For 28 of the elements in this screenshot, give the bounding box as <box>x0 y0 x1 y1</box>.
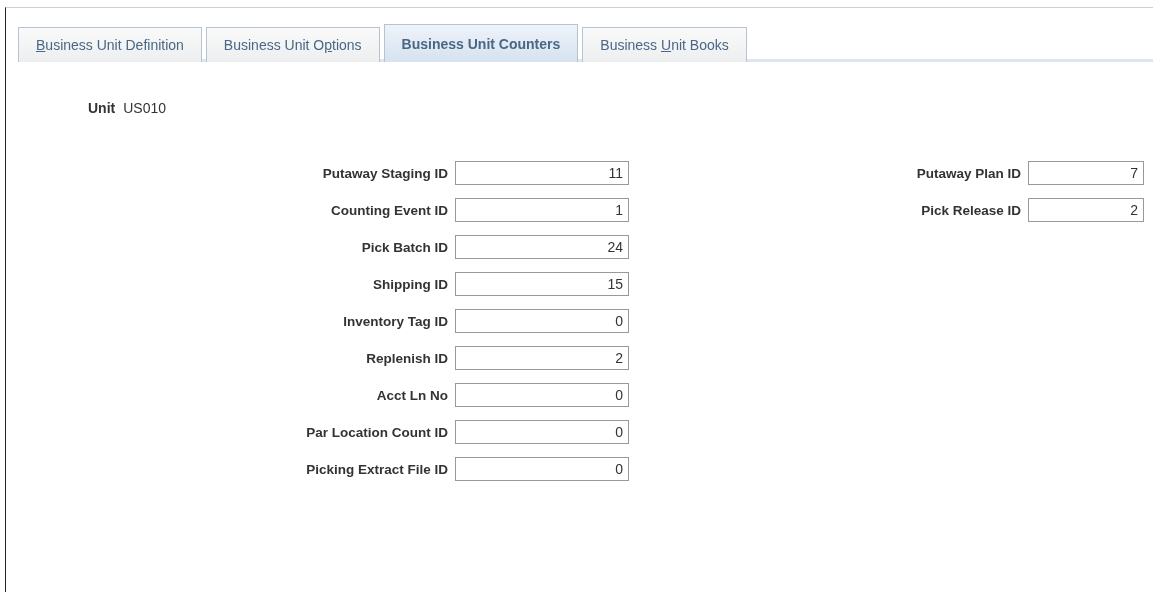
input-field[interactable]: 7 <box>1028 161 1144 185</box>
field-label: Acct Ln No <box>376 387 448 403</box>
input-field[interactable]: 1 <box>455 198 629 222</box>
field-label: Replenish ID <box>366 350 448 366</box>
field-label: Putaway Plan ID <box>916 165 1021 181</box>
field-label: Par Location Count ID <box>306 424 448 440</box>
input-field[interactable]: 0 <box>455 457 629 481</box>
input-field[interactable]: 11 <box>455 161 629 185</box>
unit-value: US010 <box>123 100 167 116</box>
input-field[interactable]: 2 <box>455 346 629 370</box>
tab[interactable]: Business Unit Counters <box>383 24 579 62</box>
tab[interactable]: Business Unit Books <box>582 27 747 62</box>
field-label: Pick Release ID <box>921 202 1021 218</box>
input-field[interactable]: 24 <box>455 235 629 259</box>
unit-label: Unit <box>88 100 116 116</box>
input-field[interactable]: 2 <box>1028 198 1144 222</box>
input-field[interactable]: 15 <box>455 272 629 296</box>
input-field[interactable]: 0 <box>455 309 629 333</box>
input-field[interactable]: 0 <box>455 420 629 444</box>
field-label: Shipping ID <box>373 276 448 292</box>
field-label: Inventory Tag ID <box>343 313 448 329</box>
field-label: Picking Extract File ID <box>306 461 448 477</box>
field-label: Putaway Staging ID <box>322 165 448 181</box>
input-field[interactable]: 0 <box>455 383 629 407</box>
tab[interactable]: Business Unit Definition <box>18 27 202 62</box>
tab[interactable]: Business Unit Options <box>205 27 380 62</box>
field-label: Counting Event ID <box>331 202 448 218</box>
field-label: Pick Batch ID <box>361 239 448 255</box>
